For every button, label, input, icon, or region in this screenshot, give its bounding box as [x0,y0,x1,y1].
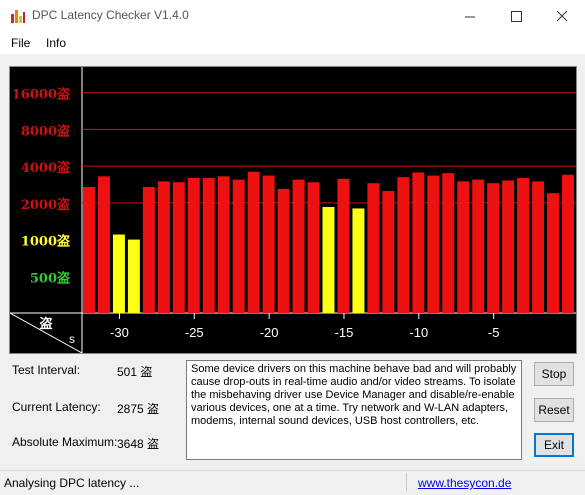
x-tick-label: -25 [185,325,204,340]
latency-bar [187,177,200,313]
latency-bar [382,191,395,313]
x-tick-label: -5 [488,325,500,340]
y-tick-label: 16000盗 [12,87,70,103]
minimize-icon [464,16,475,17]
latency-bar [157,181,170,313]
status-text: Analysing DPC latency ... [4,476,140,490]
x-tick-label: -30 [110,325,129,340]
latency-bar [277,188,290,313]
y-tick-label: 2000盗 [21,197,70,213]
latency-bar [367,183,380,313]
latency-bar [412,172,425,313]
reset-button[interactable]: Reset [534,398,574,422]
latency-bar [292,179,305,313]
latency-bar [397,177,410,313]
latency-bar [517,177,530,313]
menu-bar: File Info [0,32,585,54]
test-interval-value: 501 盗 [117,365,153,379]
y-tick-label: 1000盗 [21,234,70,250]
latency-bar [247,171,260,313]
current-latency-value: 2875 盗 [117,402,160,416]
latency-bar [562,174,574,313]
latency-bar [307,182,320,313]
title-bar: DPC Latency Checker V1.4.0 [0,0,585,32]
latency-bar [502,180,515,313]
latency-bar [127,239,140,313]
exit-button[interactable]: Exit [534,433,574,457]
latency-bar [83,186,95,313]
latency-bar [202,177,215,313]
app-icon [11,10,25,23]
latency-bar [472,179,485,313]
x-tick-label: -15 [335,325,354,340]
window-title: DPC Latency Checker V1.4.0 [32,8,189,22]
y-tick-label: 8000盗 [21,123,70,139]
close-icon [556,10,567,21]
latency-bar [337,178,350,313]
latency-bar [427,175,440,313]
menu-info[interactable]: Info [46,36,66,50]
latency-bar [352,208,365,313]
test-interval-label: Test Interval: [12,363,81,377]
maximize-button[interactable] [493,0,539,32]
latency-bar [532,181,545,313]
x-tick-label: -20 [260,325,279,340]
absolute-maximum-label: Absolute Maximum: [12,435,118,449]
y-tick-label: 500盗 [30,270,70,286]
latency-bar [112,234,125,313]
latency-bar [142,186,155,313]
status-bar: Analysing DPC latency ... www.thesycon.d… [0,470,585,495]
latency-bar [172,182,185,313]
absolute-maximum-value: 3648 盗 [117,437,160,451]
menu-file[interactable]: File [11,36,30,50]
y-tick-label: 4000盗 [21,160,70,176]
latency-chart-svg: 16000盗 8000盗 4000盗 2000盗 1000盗 500盗 -30 -25 -20 -… [10,67,576,353]
latency-bar [487,183,500,313]
close-button[interactable] [539,0,585,32]
latency-bar [97,176,110,313]
current-latency-label: Current Latency: [12,400,101,414]
latency-bar [262,175,275,313]
latency-bar [217,176,230,313]
maximize-icon [510,10,522,22]
message-box: Some device drivers on this machine beha… [186,360,522,460]
status-separator [406,473,407,491]
minimize-button[interactable] [447,0,493,32]
x-tick-label: -10 [409,325,428,340]
stop-button[interactable]: Stop [534,362,574,386]
latency-bar [547,193,560,313]
latency-bar [322,206,335,313]
corner-time-label: s [69,332,75,346]
latency-bar [232,179,245,313]
latency-bar [442,173,455,313]
corner-unit-label: 盗 [39,316,52,332]
website-link[interactable]: www.thesycon.de [418,476,511,490]
latency-bar [457,181,470,313]
latency-chart: 16000盗 8000盗 4000盗 2000盗 1000盗 500盗 -30 -25 -20 -… [9,66,577,354]
